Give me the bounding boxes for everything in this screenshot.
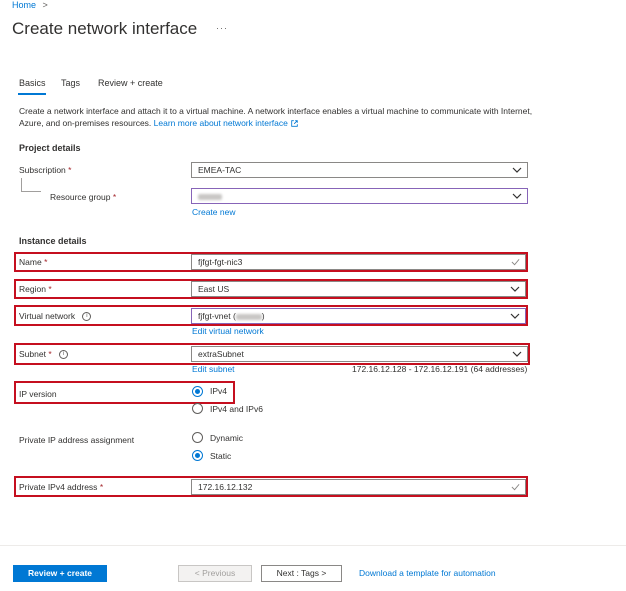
subscription-label: Subscription * [19, 165, 71, 175]
vnet-value-end: ) [261, 311, 265, 321]
chevron-down-icon [510, 286, 520, 292]
chevron-right-icon: > [42, 0, 48, 10]
static-radio[interactable] [192, 450, 203, 461]
learn-more-label: Learn more about network interface [153, 118, 288, 128]
chevron-down-icon [510, 313, 520, 319]
previous-button[interactable]: < Previous [178, 565, 252, 582]
ipv4-radio-label: IPv4 [210, 386, 228, 396]
vnet-value: fjfgt-vnet ( [198, 311, 236, 321]
vnet-select[interactable]: fjfgt-vnet () [191, 308, 526, 324]
private-ipv4-label: Private IPv4 address * [19, 482, 103, 492]
checkmark-icon [511, 484, 520, 491]
subnet-range: 172.16.12.128 - 172.16.12.191 (64 addres… [352, 364, 528, 374]
private-ipv4-input[interactable]: 172.16.12.132 [191, 479, 526, 495]
resource-group-label: Resource group * [50, 192, 116, 202]
tree-connector [21, 178, 41, 192]
dynamic-radio-label: Dynamic [210, 433, 244, 443]
chevron-down-icon [512, 193, 522, 199]
name-input[interactable]: fjfgt-fgt-nic3 [191, 254, 526, 270]
subnet-label: Subnet * i [19, 349, 69, 360]
next-tags-button[interactable]: Next : Tags > [261, 565, 342, 582]
chevron-down-icon [512, 351, 522, 357]
name-label-text: Name [19, 257, 42, 267]
vnet-label-text: Virtual network [19, 311, 76, 321]
subnet-label-text: Subnet [19, 349, 46, 359]
required-marker: * [44, 257, 48, 267]
intro-text: Create a network interface and attach it… [19, 105, 539, 129]
download-template-link[interactable]: Download a template for automation [359, 568, 496, 578]
create-new-link[interactable]: Create new [192, 207, 235, 217]
private-ip-assignment-label: Private IP address assignment [19, 435, 135, 445]
subscription-value: EMEA-TAC [198, 165, 242, 175]
more-icon[interactable]: ··· [216, 23, 228, 33]
info-icon[interactable]: i [82, 312, 92, 322]
tab-basics-indicator [18, 93, 46, 95]
region-label: Region * [19, 284, 52, 294]
edit-subnet-link[interactable]: Edit subnet [192, 364, 235, 374]
footer-divider [0, 545, 626, 546]
private-ipv4-value: 172.16.12.132 [198, 482, 253, 492]
subnet-select[interactable]: extraSubnet [191, 346, 528, 362]
required-marker: * [48, 284, 52, 294]
tab-basics[interactable]: Basics [19, 78, 46, 88]
ip-version-label: IP version [19, 389, 57, 399]
ipv4-ipv6-radio-label: IPv4 and IPv6 [210, 404, 263, 414]
name-value: fjfgt-fgt-nic3 [198, 257, 243, 267]
resource-group-select[interactable] [191, 188, 528, 204]
instance-details-heading: Instance details [19, 236, 87, 246]
subscription-select[interactable]: EMEA-TAC [191, 162, 528, 178]
learn-more-link[interactable]: Learn more about network interface [154, 118, 299, 128]
ipv4-radio[interactable] [192, 386, 203, 397]
required-marker: * [112, 192, 117, 202]
required-marker: * [99, 482, 104, 492]
info-icon[interactable]: i [59, 350, 69, 360]
region-label-text: Region [19, 284, 46, 294]
tab-tags[interactable]: Tags [61, 78, 80, 88]
chevron-down-icon [512, 167, 522, 173]
page-title: Create network interface [12, 19, 198, 38]
subscription-label-text: Subscription [19, 165, 66, 175]
tab-review-create[interactable]: Review + create [98, 78, 163, 88]
vnet-label: Virtual network i [19, 311, 92, 322]
resource-group-label-text: Resource group [50, 192, 111, 202]
required-marker: * [48, 349, 52, 359]
tab-tags-label: Tags [61, 78, 81, 88]
review-create-button[interactable]: Review + create [13, 565, 107, 582]
external-link-icon [291, 120, 298, 127]
redacted-value [198, 193, 222, 200]
required-marker: * [68, 165, 72, 175]
checkmark-icon [511, 259, 520, 266]
tab-review-create-label: Review + create [98, 78, 163, 88]
redacted-value [235, 313, 262, 320]
region-value: East US [198, 284, 230, 294]
name-label: Name * [19, 257, 47, 267]
static-radio-label: Static [210, 451, 232, 461]
ipv4-ipv6-radio[interactable] [192, 403, 203, 414]
private-ipv4-label-text: Private IPv4 address [19, 482, 98, 492]
breadcrumb: Home > [12, 0, 48, 10]
tab-basics-label: Basics [19, 78, 46, 88]
project-details-heading: Project details [19, 143, 81, 153]
subnet-value: extraSubnet [198, 349, 244, 359]
edit-vnet-link[interactable]: Edit virtual network [192, 326, 264, 336]
dynamic-radio[interactable] [192, 432, 203, 443]
region-select[interactable]: East US [191, 281, 526, 297]
breadcrumb-home-link[interactable]: Home [12, 0, 36, 10]
